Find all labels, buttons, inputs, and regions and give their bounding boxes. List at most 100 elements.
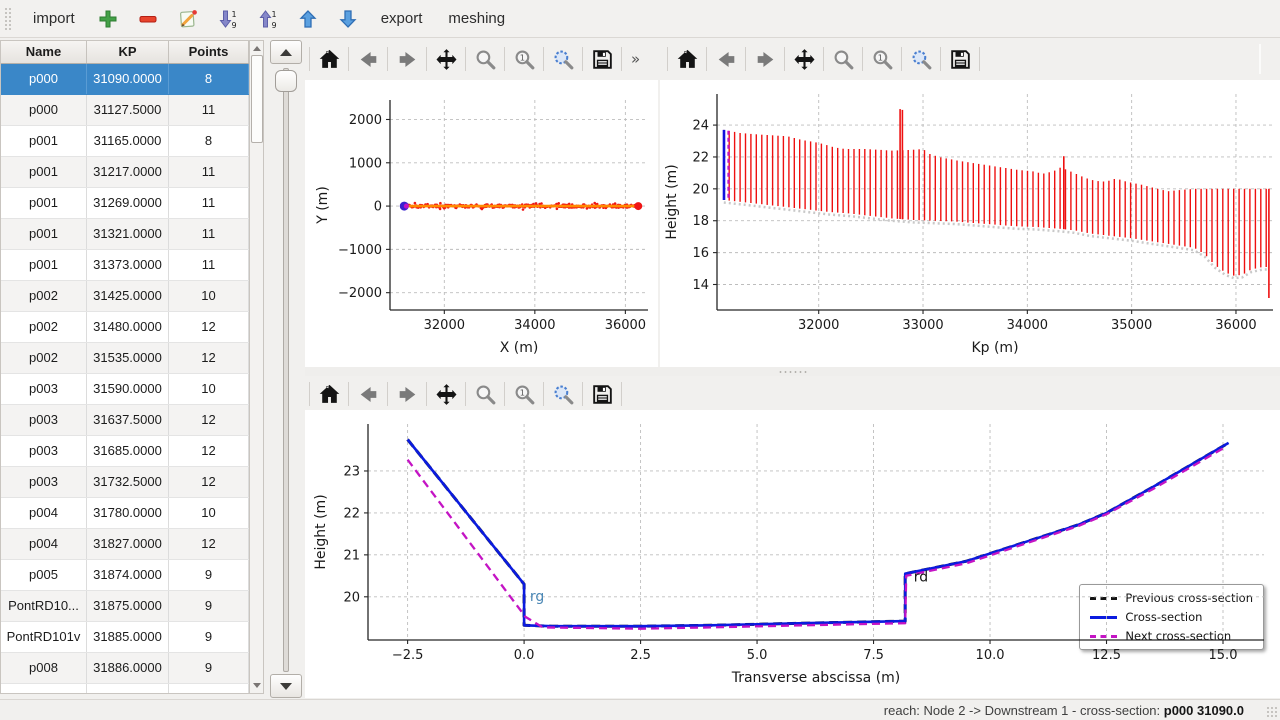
table-cell: p002 xyxy=(1,281,87,311)
table-row[interactable]: p00131165.00008 xyxy=(1,126,249,157)
table-row[interactable]: p00831886.00009 xyxy=(1,653,249,684)
export-button[interactable]: export xyxy=(371,4,433,33)
table-row[interactable]: p00331732.500012 xyxy=(1,467,249,498)
zoom-button[interactable] xyxy=(469,43,501,75)
table-cell: 9 xyxy=(169,653,249,683)
table-row[interactable]: p00331590.000010 xyxy=(1,374,249,405)
table-cell: 9 xyxy=(169,591,249,621)
slider-down-button[interactable] xyxy=(270,674,302,698)
table-scrollbar[interactable] xyxy=(250,40,264,694)
svg-text:36000: 36000 xyxy=(605,318,646,333)
zoom-fit-button[interactable] xyxy=(547,43,579,75)
back-button[interactable] xyxy=(352,378,384,410)
save-button[interactable] xyxy=(586,378,618,410)
table-cell: p003 xyxy=(1,374,87,404)
column-header-points[interactable]: Points xyxy=(169,41,249,63)
table-cell: 8 xyxy=(169,126,249,156)
slider-up-button[interactable] xyxy=(270,40,302,64)
svg-text:9: 9 xyxy=(271,21,276,30)
toolbar-drag-handle[interactable] xyxy=(4,7,11,31)
xy-canvas-figure: 320003400036000−2000−1000010002000X (m)Y… xyxy=(305,80,658,367)
table-row[interactable]: p00331685.000012 xyxy=(1,436,249,467)
forward-icon xyxy=(753,47,778,72)
table-row[interactable]: p00431827.000012 xyxy=(1,529,249,560)
pan-button[interactable] xyxy=(430,43,462,75)
pan-icon xyxy=(434,47,459,72)
svg-text:5.0: 5.0 xyxy=(747,648,768,663)
zoom-one-button[interactable]: 1 xyxy=(866,43,898,75)
pan-button[interactable] xyxy=(430,378,462,410)
zoom-one-icon: 1 xyxy=(512,382,537,407)
save-button[interactable] xyxy=(586,43,618,75)
table-cell: p002 xyxy=(1,343,87,373)
table-row[interactable]: p00131269.000011 xyxy=(1,188,249,219)
table-cell: 31480.0000 xyxy=(87,312,169,342)
svg-text:22: 22 xyxy=(692,150,709,165)
pan-button[interactable] xyxy=(788,43,820,75)
scroll-down-arrow[interactable] xyxy=(253,683,261,688)
home-button[interactable] xyxy=(313,43,345,75)
cross-section-list-panel: NameKPPoints p00031090.00008p00031127.50… xyxy=(0,38,302,699)
edit-button[interactable] xyxy=(171,3,205,35)
save-button[interactable] xyxy=(944,43,976,75)
zoom-fit-button[interactable] xyxy=(905,43,937,75)
forward-button[interactable] xyxy=(749,43,781,75)
toolbar-overflow-button[interactable]: » xyxy=(625,50,646,68)
table-row[interactable]: PontRD101v31885.00009 xyxy=(1,622,249,653)
table-row[interactable]: p00831929.000013 xyxy=(1,684,249,694)
remove-button[interactable] xyxy=(131,3,165,35)
table-cell: p003 xyxy=(1,436,87,466)
section-plot-canvas[interactable]: Previous cross-sectionCross-sectionNext … xyxy=(305,410,1280,698)
table-row[interactable]: p00331637.500012 xyxy=(1,405,249,436)
table-row[interactable]: p00231425.000010 xyxy=(1,281,249,312)
back-button[interactable] xyxy=(352,43,384,75)
column-header-kp[interactable]: KP xyxy=(87,41,169,63)
sort-descending-button[interactable]: 19 xyxy=(211,3,245,35)
move-down-button[interactable] xyxy=(331,3,365,35)
table-row[interactable]: p00231535.000012 xyxy=(1,343,249,374)
move-up-button[interactable] xyxy=(291,3,325,35)
svg-text:20: 20 xyxy=(343,590,360,605)
horizontal-splitter[interactable] xyxy=(305,367,1280,376)
zoom-one-button[interactable]: 1 xyxy=(508,43,540,75)
import-button[interactable]: import xyxy=(23,4,85,33)
zoom-button[interactable] xyxy=(469,378,501,410)
table-row[interactable]: p00131373.000011 xyxy=(1,250,249,281)
table-cell: 12 xyxy=(169,343,249,373)
table-row[interactable]: p00231480.000012 xyxy=(1,312,249,343)
table-row[interactable]: PontRD10...31875.00009 xyxy=(1,591,249,622)
table-row[interactable]: p00531874.00009 xyxy=(1,560,249,591)
scrollbar-thumb[interactable] xyxy=(251,55,263,143)
forward-button[interactable] xyxy=(391,378,423,410)
add-button[interactable] xyxy=(91,3,125,35)
forward-button[interactable] xyxy=(391,43,423,75)
zoom-fit-button[interactable] xyxy=(547,378,579,410)
xy-plot-canvas[interactable]: 320003400036000−2000−1000010002000X (m)Y… xyxy=(305,80,658,367)
zoom-one-button[interactable]: 1 xyxy=(508,378,540,410)
scroll-up-arrow[interactable] xyxy=(253,46,261,51)
meshing-button[interactable]: meshing xyxy=(438,4,515,33)
table-cell: 10 xyxy=(169,374,249,404)
table-row[interactable]: p00031127.500011 xyxy=(1,95,249,126)
svg-text:32000: 32000 xyxy=(424,318,465,333)
move-down-icon xyxy=(336,7,360,31)
back-button[interactable] xyxy=(710,43,742,75)
table-row[interactable]: p00131217.000011 xyxy=(1,157,249,188)
column-header-name[interactable]: Name xyxy=(1,41,87,63)
slider-thumb[interactable] xyxy=(275,70,297,92)
zoom-button[interactable] xyxy=(827,43,859,75)
svg-text:36000: 36000 xyxy=(1215,318,1256,333)
table-row-selected[interactable]: p00031090.00008 xyxy=(1,64,249,95)
slider-track[interactable] xyxy=(283,68,289,672)
table-row[interactable]: p00131321.000011 xyxy=(1,219,249,250)
profile-plot-canvas[interactable]: 3200033000340003500036000141618202224Kp … xyxy=(660,80,1280,367)
svg-text:18: 18 xyxy=(692,214,709,229)
table-cell: 11 xyxy=(169,219,249,249)
home-button[interactable] xyxy=(313,378,345,410)
zoom-fit-icon xyxy=(909,47,934,72)
table-row[interactable]: p00431780.000010 xyxy=(1,498,249,529)
resize-grip[interactable] xyxy=(1266,706,1278,718)
sort-ascending-button[interactable]: 19 xyxy=(251,3,285,35)
toolbar-separator xyxy=(582,382,583,406)
home-button[interactable] xyxy=(671,43,703,75)
